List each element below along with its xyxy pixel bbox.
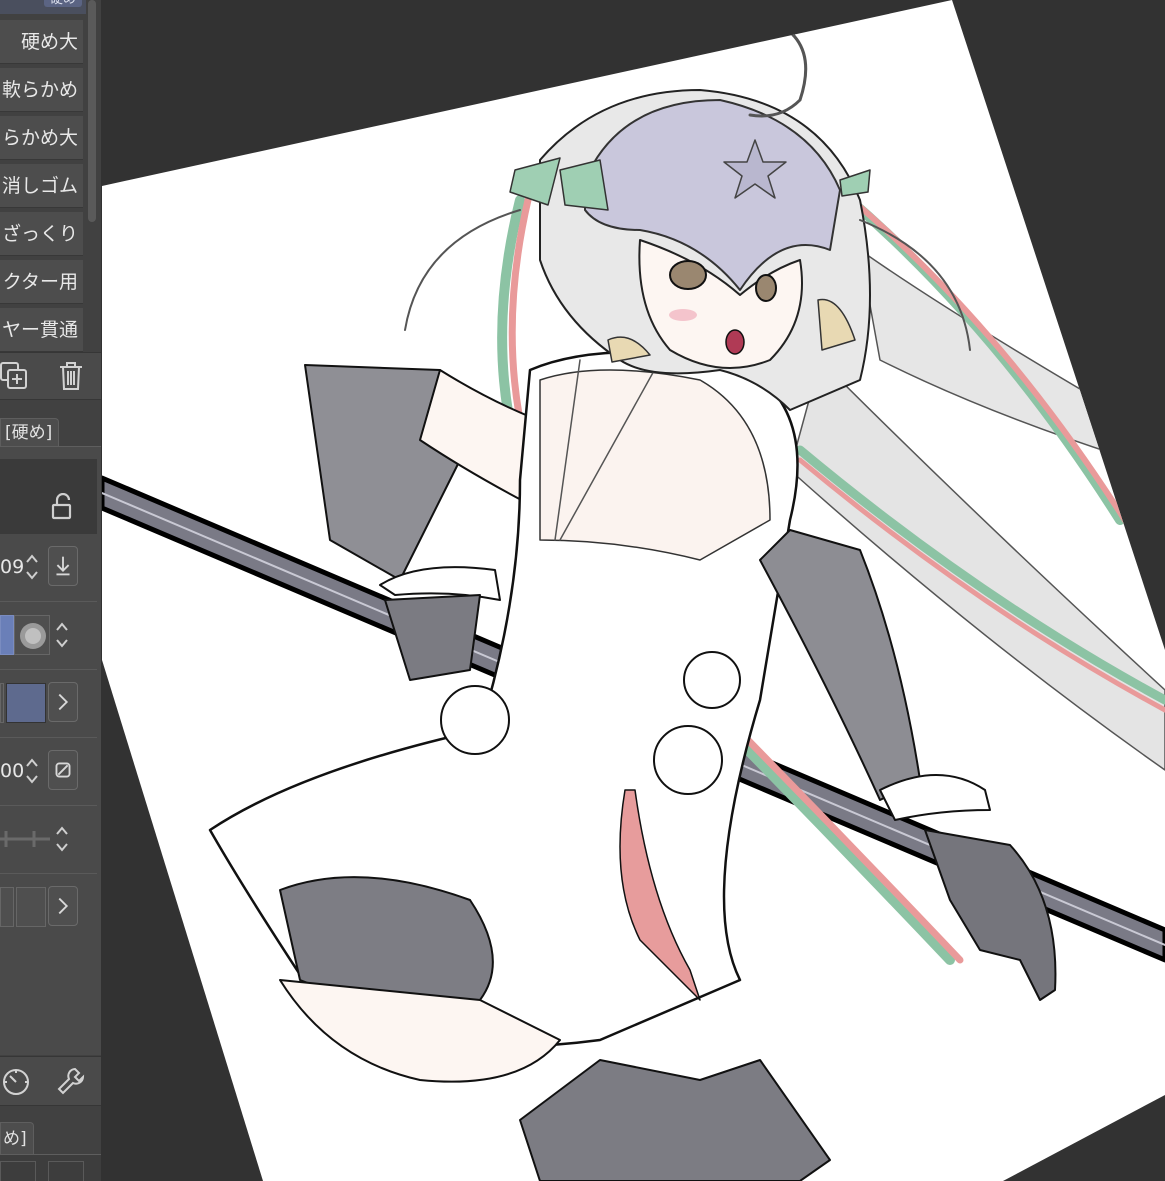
brush-preview	[0, 459, 97, 534]
sub-tool-item-label: らかめ大	[1, 127, 78, 149]
color-swatch[interactable]	[6, 683, 46, 723]
brush-shape-selected[interactable]	[0, 615, 14, 655]
brush-tab-content	[0, 1154, 101, 1181]
trash-icon[interactable]	[55, 360, 87, 392]
stabilizer-row	[0, 807, 97, 874]
canvas-artwork[interactable]	[101, 0, 1165, 1181]
sub-tool-item-label: クター用	[2, 271, 78, 293]
chevron-right-icon[interactable]	[48, 886, 78, 926]
sub-tool-item-layer-through[interactable]: ヤー貫通	[0, 308, 83, 352]
texture-swatch-a[interactable]	[0, 887, 14, 927]
texture-swatch-b[interactable]	[16, 887, 46, 927]
opacity-value[interactable]: 00	[0, 755, 24, 787]
brush-size-row: 09	[0, 535, 97, 602]
sub-tool-item-soft[interactable]: 軟らかめ	[0, 68, 83, 112]
sub-tool-item-vector[interactable]: クター用	[0, 260, 83, 304]
brush-tab[interactable]: め]	[0, 1122, 34, 1155]
sub-tool-item-hard-large[interactable]: 硬め大	[0, 20, 83, 64]
tool-property-tab[interactable]: [硬め]	[0, 418, 60, 447]
sub-tool-item-label: 硬め大	[20, 31, 78, 53]
brush-shape-stepper[interactable]	[54, 615, 70, 655]
stabilizer-slider-icon[interactable]	[0, 819, 52, 859]
tool-property-panel: 09 00	[0, 446, 101, 1055]
brush-shape-option[interactable]	[14, 615, 50, 655]
opacity-row: 00	[0, 739, 97, 806]
opacity-stepper[interactable]	[24, 751, 40, 791]
canvas-view[interactable]	[101, 0, 1165, 1181]
duplicate-sub-tool-icon[interactable]	[0, 360, 30, 392]
color-row	[0, 671, 97, 738]
brush-size-value[interactable]: 09	[0, 551, 24, 583]
download-icon[interactable]	[48, 546, 78, 586]
texture-row	[0, 875, 97, 941]
sub-tool-item-eraser[interactable]: 消しゴム	[0, 164, 83, 208]
sub-tool-item-label: ざっくり	[1, 223, 78, 245]
sub-tool-item-label: ヤー貫通	[1, 319, 78, 341]
unlock-icon[interactable]	[50, 492, 76, 521]
sub-tool-panel: 硬め 硬め大 軟らかめ らかめ大 消しゴム ざっくり クター用 ヤー貫通 [硬め…	[0, 0, 101, 1181]
sub-tool-item-label: 消しゴム	[1, 175, 78, 197]
wrench-icon[interactable]	[55, 1065, 87, 1097]
sub-tool-list-scrollbar[interactable]	[88, 0, 96, 222]
brush-size-stepper[interactable]	[24, 547, 40, 587]
brush-shape-row	[0, 603, 97, 670]
sub-tool-item-label: 軟らかめ	[1, 79, 78, 101]
brush-cell[interactable]	[48, 1161, 84, 1181]
no-entry-icon[interactable]	[48, 750, 78, 790]
sub-tool-group-tab[interactable]: 硬め	[43, 0, 82, 7]
sub-tool-item-rough[interactable]: ざっくり	[0, 212, 83, 256]
brush-cell[interactable]	[0, 1161, 36, 1181]
tool-property-toolbar	[0, 1056, 101, 1106]
dial-icon[interactable]	[0, 1065, 32, 1097]
sub-tool-list-toolbar	[0, 352, 101, 400]
sub-tool-header: 硬め	[0, 0, 86, 14]
chevron-right-icon[interactable]	[48, 682, 78, 722]
color-swatch-prev[interactable]	[0, 683, 4, 723]
sub-tool-item-soft-large[interactable]: らかめ大	[0, 116, 83, 160]
stabilizer-stepper[interactable]	[54, 819, 70, 859]
